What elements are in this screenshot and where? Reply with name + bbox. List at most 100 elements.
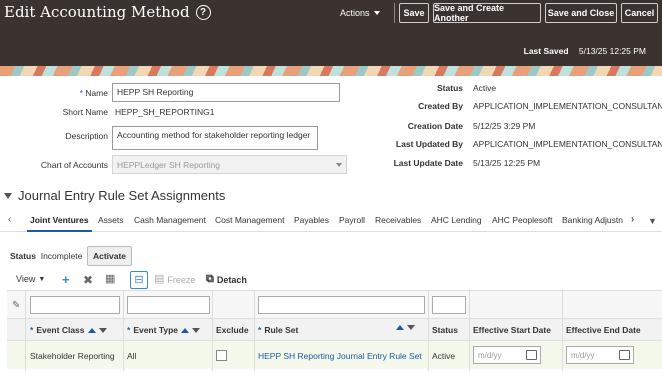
created-by-value: APPLICATION_IMPLEMENTATION_CONSULTANT [473, 101, 662, 111]
tab-joint-ventures[interactable]: Joint Ventures [27, 215, 92, 232]
tab-payroll[interactable]: Payroll [339, 215, 365, 225]
rule-set-table: ✎ * Event Class * Event Type Exclude * Rule… [7, 290, 662, 372]
cancel-button[interactable]: Cancel [621, 3, 658, 23]
column-divider [469, 291, 470, 371]
required-icon: * [127, 325, 131, 335]
exclude-checkbox[interactable] [216, 350, 227, 361]
save-button[interactable]: Save [399, 3, 429, 23]
event-class-cell: Stakeholder Reporting [30, 351, 115, 361]
table-header: * Event Class * Event Type Exclude * Rule S… [7, 319, 662, 341]
tab-bar: ‹ Joint Ventures Assets Cash Management … [0, 208, 662, 232]
name-label-text: Name [85, 88, 108, 98]
tab-cost-management[interactable]: Cost Management [215, 215, 284, 225]
column-divider [562, 291, 563, 371]
freeze-icon: ▤ [154, 273, 165, 285]
actions-menu[interactable]: Actions [340, 6, 380, 20]
tab-ahc-lending[interactable]: AHC Lending [431, 215, 482, 225]
sort-ascending-icon[interactable] [87, 327, 96, 333]
sort-ascending-icon[interactable] [181, 327, 190, 333]
chevron-right-icon[interactable]: › [631, 214, 634, 225]
name-label: * Name [40, 88, 108, 98]
freeze-label: Freeze [167, 274, 196, 285]
calendar-icon[interactable] [526, 350, 537, 360]
last-update-date-value: 5/13/25 12:25 PM [473, 158, 541, 168]
chevron-left-icon[interactable]: ‹ [8, 214, 11, 225]
column-divider [254, 291, 255, 371]
description-field[interactable]: Accounting method for stakeholder report… [112, 126, 318, 150]
tab-ahc-peoplesoft[interactable]: AHC Peoplesoft [492, 215, 552, 225]
col-exclude[interactable]: Exclude [216, 325, 249, 335]
col-status[interactable]: Status [432, 325, 458, 335]
description-label: Description [65, 131, 108, 141]
last-saved-value: 5/13/25 12:25 PM [578, 46, 646, 56]
filter-rule-set[interactable] [258, 296, 425, 314]
col-rule-set[interactable]: * Rule Set [258, 325, 298, 335]
column-divider [212, 291, 213, 371]
actions-label: Actions [340, 8, 370, 18]
page-title: Edit Accounting Method [4, 3, 190, 21]
overflow-menu-icon[interactable]: ▼ [648, 216, 657, 226]
sort-descending-icon[interactable] [407, 325, 415, 330]
short-name-value: HEPP_SH_REPORTING1 [115, 107, 215, 117]
rule-set-section-header[interactable]: Journal Entry Rule Set Assignments [4, 188, 225, 203]
col-event-class[interactable]: * Event Class [30, 325, 107, 335]
table-row[interactable]: Stakeholder Reporting All HEPP SH Report… [7, 341, 662, 369]
status-cell: Active [432, 351, 456, 361]
required-icon: * [30, 325, 34, 335]
view-label: View [16, 274, 36, 284]
start-date-placeholder: m/d/yy [478, 351, 502, 360]
effective-start-date-input[interactable]: m/d/yy [473, 346, 541, 364]
col-rule-set-sort[interactable] [396, 325, 415, 330]
save-and-create-another-button[interactable]: Save and Create Another [433, 3, 541, 23]
assignment-status: Status Incomplete [10, 251, 82, 261]
tab-receivables[interactable]: Receivables [375, 215, 421, 225]
filter-row: ✎ [7, 291, 662, 319]
col-event-type[interactable]: * Event Type [127, 325, 201, 335]
status-label: Status [437, 83, 463, 93]
col-effective-end-date[interactable]: Effective End Date [566, 325, 641, 335]
col-event-type-label: Event Type [133, 325, 179, 335]
required-icon: * [258, 325, 262, 335]
calendar-icon[interactable] [619, 350, 630, 360]
sort-descending-icon[interactable] [98, 327, 107, 333]
sort-descending-icon[interactable] [192, 327, 201, 333]
add-icon[interactable]: + [62, 272, 70, 287]
filter-event-class[interactable] [30, 296, 120, 314]
status-value: Active [473, 83, 497, 93]
effective-end-date-input[interactable]: m/d/yy [566, 346, 634, 364]
edit-filter-icon: ✎ [12, 300, 21, 311]
filter-event-type[interactable] [127, 296, 210, 314]
rule-set-link[interactable]: HEPP SH Reporting Journal Entry Rule Set [258, 351, 422, 361]
tab-assets[interactable]: Assets [98, 215, 124, 225]
save-and-close-button[interactable]: Save and Close [545, 3, 617, 23]
export-icon[interactable]: ▦ [105, 274, 115, 285]
filter-status[interactable] [432, 296, 466, 314]
event-type-cell: All [127, 351, 137, 361]
page-title-wrap: Edit Accounting Method ? [4, 3, 211, 21]
tab-cash-management[interactable]: Cash Management [134, 215, 206, 225]
creation-date-value: 5/12/25 3:29 PM [473, 121, 536, 131]
col-rule-set-label: Rule Set [264, 325, 299, 335]
table-toolbar: View ▼ + ✖ ▦ ⊟ ▤ Freeze ⧉ Detach [0, 270, 662, 290]
collapse-triangle-icon [4, 192, 12, 199]
chart-of-accounts-label: Chart of Accounts [40, 160, 108, 170]
detach-icon: ⧉ [206, 273, 214, 285]
view-menu[interactable]: View ▼ [16, 274, 45, 284]
activate-button[interactable]: Activate [87, 246, 132, 266]
column-divider [25, 291, 26, 371]
col-event-class-label: Event Class [36, 325, 85, 335]
sort-ascending-icon[interactable] [396, 325, 404, 330]
delete-icon[interactable]: ✖ [83, 273, 93, 287]
tab-payables[interactable]: Payables [294, 215, 329, 225]
last-updated-by-label: Last Updated By [395, 139, 463, 149]
col-effective-start-date[interactable]: Effective Start Date [473, 325, 551, 335]
name-field[interactable]: HEPP SH Reporting [112, 83, 340, 102]
query-by-example-icon[interactable]: ⊟ [130, 271, 148, 289]
column-divider [123, 291, 124, 371]
chevron-down-icon [373, 11, 380, 15]
tab-banking-adjustments[interactable]: Banking Adjustn [562, 215, 623, 225]
freeze-button: ▤ Freeze [154, 274, 195, 285]
chart-of-accounts-select: HEPPLedger SH Reporting [112, 155, 347, 174]
detach-button[interactable]: ⧉ Detach [206, 274, 247, 285]
help-icon[interactable]: ? [195, 4, 211, 20]
